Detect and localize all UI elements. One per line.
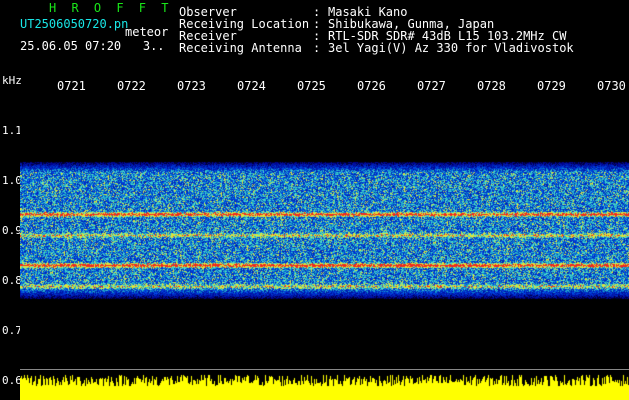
y-tick-label: 0.8 (2, 274, 22, 287)
x-tick-label: 0728 (477, 80, 506, 93)
meta-colon: : (313, 41, 321, 55)
event-type-label: meteor (125, 25, 169, 39)
meta-label-antenna: Receiving Antenna (179, 41, 302, 55)
y-tick-label: 1.1 (2, 124, 22, 137)
signal-strength-canvas (20, 370, 629, 400)
y-tick-label: 0.6 (2, 374, 22, 387)
x-tick-label: 0724 (237, 80, 266, 93)
spectrogram-canvas (20, 96, 629, 370)
y-tick-label: 1.0 (2, 174, 22, 187)
event-count: 3.. (142, 39, 165, 53)
image-filename: UT2506050720.pn (20, 17, 129, 31)
datetime-value: 25.06.05 07:20 (20, 39, 122, 53)
x-tick-label: 0721 (57, 80, 86, 93)
x-tick-label: 0726 (357, 80, 386, 93)
x-tick-label: 0725 (297, 80, 326, 93)
x-tick-label: 0722 (117, 80, 146, 93)
y-tick-label: 0.9 (2, 224, 22, 237)
frequency-unit-label: kHz (2, 74, 22, 87)
x-tick-label: 0727 (417, 80, 446, 93)
x-tick-label: 0723 (177, 80, 206, 93)
meta-value-antenna: 3el Yagi(V) Az 330 for Vladivostok (328, 41, 574, 55)
datetime-label: 25.06.05 07:20 3.. (20, 40, 165, 52)
y-tick-label: 0.7 (2, 324, 22, 337)
x-tick-label: 0730 (597, 80, 626, 93)
x-tick-label: 0729 (537, 80, 566, 93)
app-brand: H R O F F T (49, 1, 173, 15)
